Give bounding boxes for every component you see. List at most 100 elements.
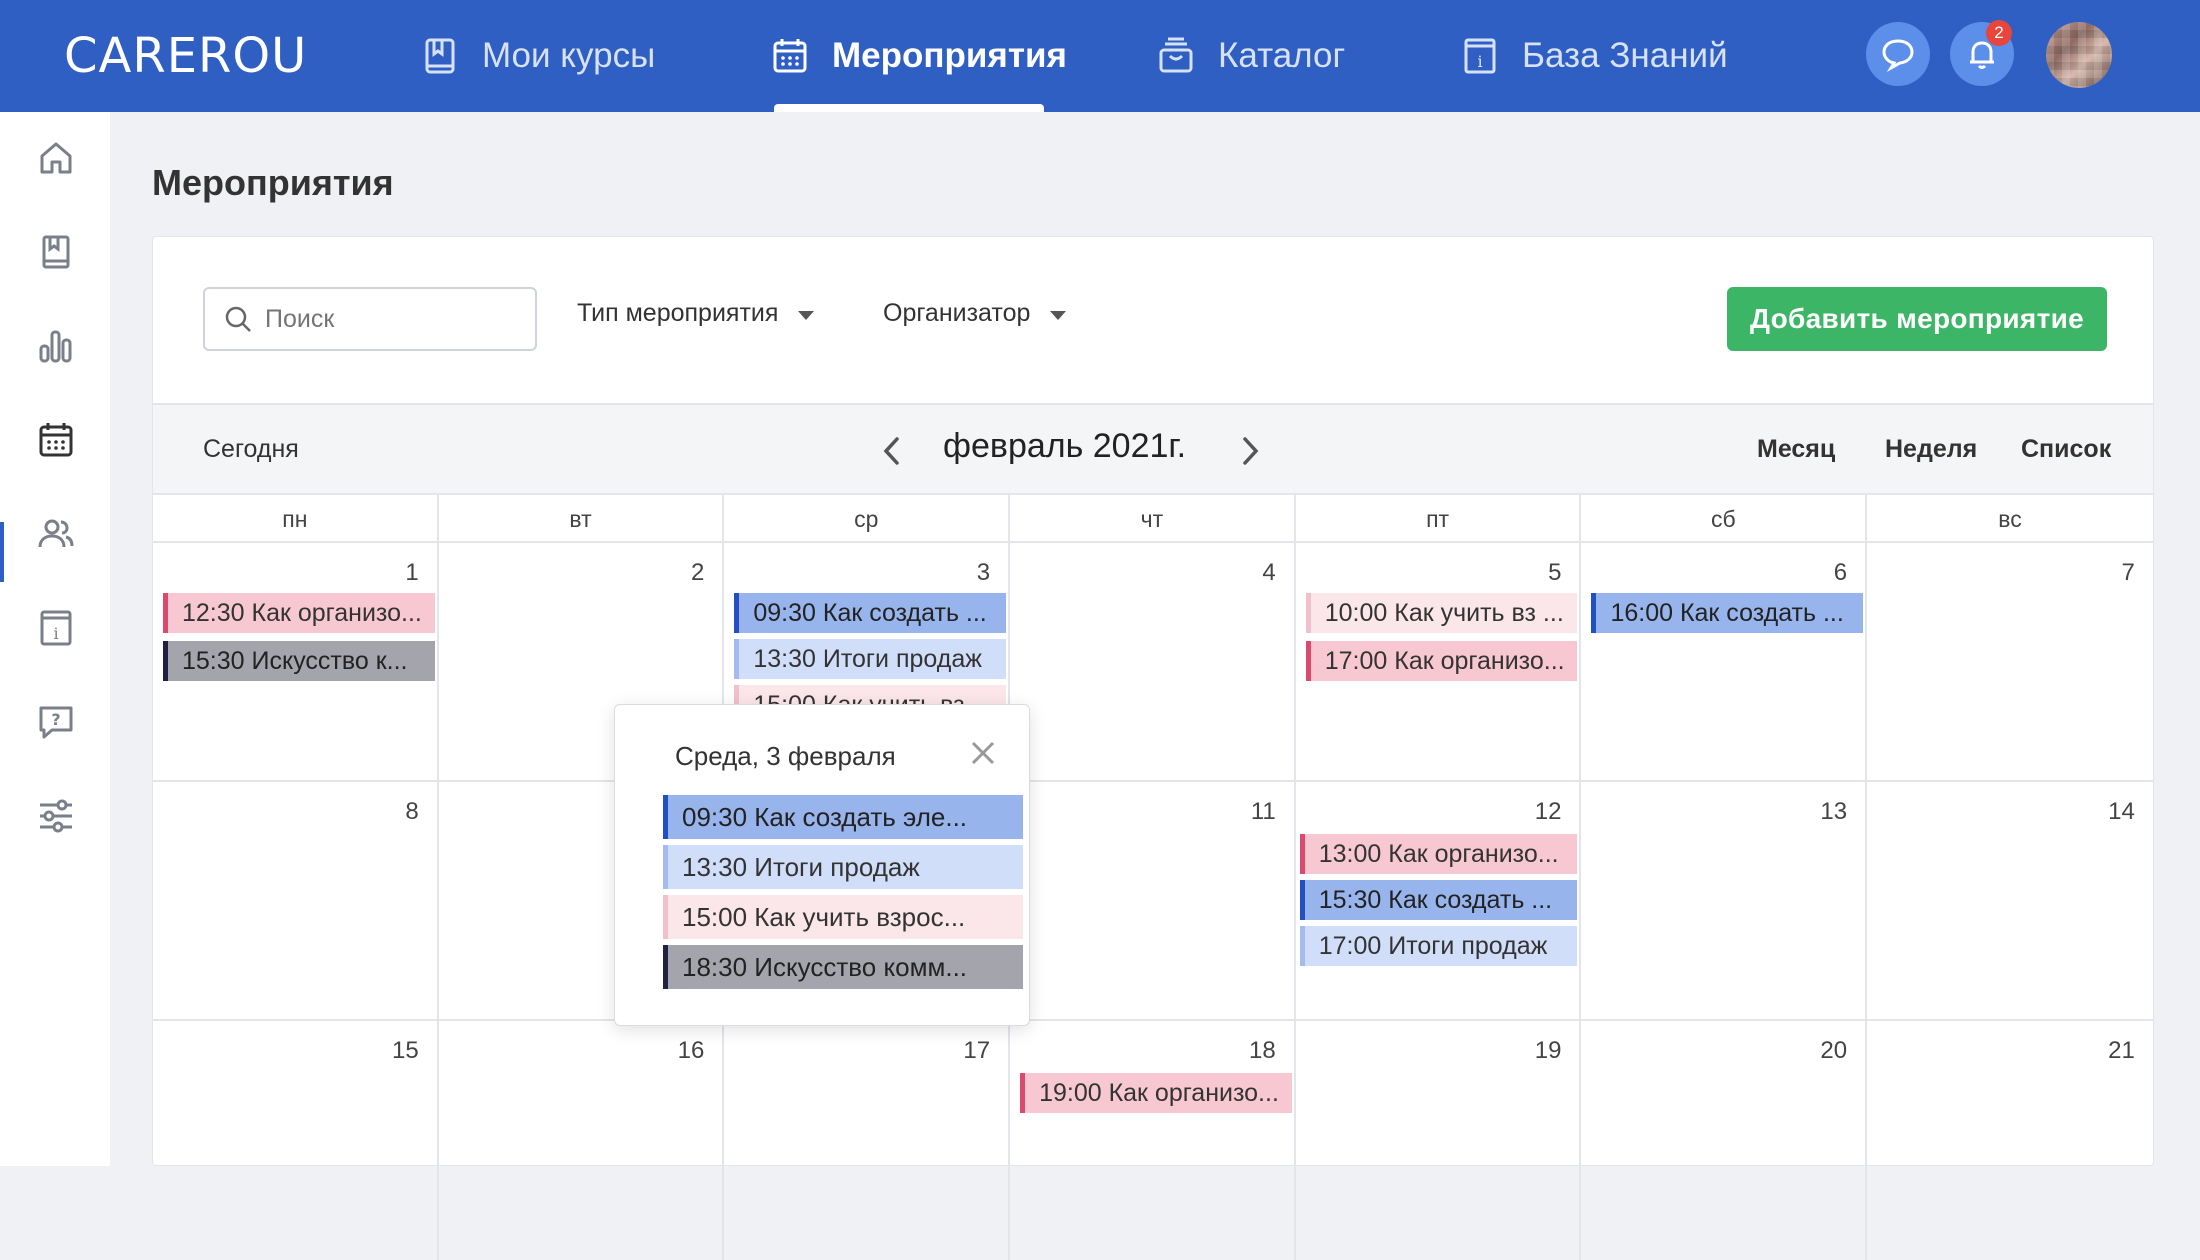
calendar-day[interactable]: 8 [153, 782, 439, 1019]
book-icon[interactable] [36, 232, 76, 272]
view-week-button[interactable]: Неделя [1885, 435, 1977, 464]
chat-button[interactable] [1866, 22, 1930, 86]
home-icon[interactable] [36, 138, 76, 178]
nav-label: Каталог [1218, 36, 1346, 75]
view-month-button[interactable]: Месяц [1757, 435, 1835, 464]
chart-icon[interactable] [36, 326, 76, 366]
calendar-day[interactable]: 21 [1867, 1021, 2153, 1260]
search-input[interactable] [265, 304, 515, 334]
nav-knowledge-base[interactable]: i База Знаний [1460, 0, 1728, 112]
top-bar: CAREROU Мои курсы Мероприятия Каталог i … [0, 0, 2200, 112]
calendar-day[interactable]: 11 [1010, 782, 1296, 1019]
calendar-event[interactable]: 17:00 Как организо... [1305, 641, 1578, 681]
popup-event[interactable]: 13:30 Итоги продаж [663, 845, 1023, 889]
day-number: 19 [1534, 1037, 1562, 1064]
calendar-day[interactable]: 4 [1010, 543, 1296, 780]
chevron-left-icon[interactable] [877, 431, 907, 471]
event-type-dropdown[interactable]: Тип мероприятия [577, 299, 815, 328]
day-number: 6 [1833, 559, 1848, 586]
organizer-dropdown[interactable]: Организатор [883, 299, 1067, 328]
nav-label: База Знаний [1522, 36, 1728, 75]
calendar-week: 8 9 10 11 12 13:00 Как организо... 15:30… [153, 782, 2153, 1021]
users-icon[interactable] [36, 514, 76, 554]
calendar-day[interactable]: 1 12:30 Как организо... 15:30 Искусство … [153, 543, 439, 780]
view-list-button[interactable]: Список [2021, 435, 2111, 464]
calendar-event[interactable]: 10:00 Как учить вз ... [1305, 593, 1578, 633]
calendar-icon[interactable] [36, 420, 76, 460]
info-doc-icon: i [1464, 38, 1496, 74]
calendar-event[interactable]: 13:30 Итоги продаж [734, 639, 1007, 679]
avatar[interactable] [2046, 22, 2112, 88]
chevron-right-icon[interactable] [1235, 431, 1265, 471]
calendar-week: 15 16 17 18 19:00 Как организо... 19 20 … [153, 1021, 2153, 1260]
calendar-day[interactable]: 17 [724, 1021, 1011, 1260]
today-button[interactable]: Сегодня [203, 435, 299, 464]
close-icon[interactable] [969, 739, 997, 767]
popup-event[interactable]: 18:30 Искусство комм... [663, 945, 1023, 989]
calendar-event[interactable]: 16:00 Как создать ... [1591, 593, 1864, 633]
basket-icon [1159, 37, 1193, 73]
calendar-day[interactable]: 16 [439, 1021, 725, 1260]
organizer-label: Организатор [883, 299, 1031, 327]
calendar-event[interactable]: 09:30 Как создать ... [734, 593, 1007, 633]
weekday-label: чт [1010, 495, 1296, 541]
nav-events[interactable]: Мероприятия [770, 0, 1067, 112]
calendar-day[interactable]: 18 19:00 Как организо... [1010, 1021, 1296, 1260]
weekday-label: вс [1998, 506, 2022, 532]
calendar-event[interactable]: 15:30 Как создать ... [1299, 880, 1578, 920]
calendar-event[interactable]: 12:30 Как организо... [163, 593, 435, 633]
add-event-button[interactable]: Добавить мероприятие [1727, 287, 2107, 351]
day-events-popup: Среда, 3 февраля 09:30 Как создать эле..… [614, 704, 1030, 1026]
calendar-day[interactable]: 6 16:00 Как создать ... [1581, 543, 1868, 780]
event-type-label: Тип мероприятия [577, 299, 779, 327]
calendar-day[interactable]: 14 [1867, 782, 2153, 1019]
day-number: 20 [1820, 1037, 1848, 1064]
logo[interactable]: CAREROU [64, 28, 307, 84]
chat-bubble-icon [1882, 39, 1914, 73]
day-number: 7 [2121, 559, 2135, 586]
month-title: февраль 2021г. [943, 427, 1187, 465]
svg-text:i: i [1477, 52, 1482, 71]
calendar-day[interactable]: 19 [1296, 1021, 1582, 1260]
book-icon [425, 38, 455, 74]
day-number: 17 [963, 1037, 991, 1064]
day-number: 21 [2108, 1037, 2135, 1064]
search-icon [225, 306, 251, 332]
day-number: 13 [1820, 798, 1848, 825]
calendar-day[interactable]: 20 [1581, 1021, 1868, 1260]
weekday-label: сб [1581, 495, 1868, 541]
page-title: Мероприятия [152, 162, 394, 203]
settings-sliders-icon[interactable] [36, 796, 76, 836]
calendar-event[interactable]: 19:00 Как организо... [1020, 1073, 1292, 1113]
nav-label: Мероприятия [832, 36, 1067, 75]
day-number: 4 [1262, 559, 1276, 586]
nav-label: Мои курсы [482, 36, 656, 75]
weekday-label: пт [1296, 495, 1582, 541]
nav-catalog[interactable]: Каталог [1156, 0, 1345, 112]
calendar-day[interactable]: 7 [1867, 543, 2153, 780]
calendar-day[interactable]: 5 10:00 Как учить вз ... 17:00 Как орган… [1296, 543, 1582, 780]
active-nav-indicator [774, 104, 1044, 112]
calendar-day[interactable]: 15 [153, 1021, 439, 1260]
help-icon[interactable]: ? [36, 702, 76, 742]
sidebar: i ? [0, 112, 110, 1166]
weekday-label: ср [724, 495, 1011, 541]
search-box[interactable] [203, 287, 537, 351]
popup-event[interactable]: 15:00 Как учить взрос... [663, 895, 1023, 939]
popup-event[interactable]: 09:30 Как создать эле... [663, 795, 1023, 839]
day-number: 1 [405, 559, 419, 586]
calendar-event[interactable]: 17:00 Итоги продаж [1299, 926, 1578, 966]
weekday-header: пн вт ср чт пт сб вс [153, 495, 2153, 543]
nav-my-courses[interactable]: Мои курсы [420, 0, 655, 112]
calendar-event[interactable]: 15:30 Искусство к... [163, 641, 435, 681]
day-number: 2 [691, 559, 705, 586]
notifications-button[interactable]: 2 [1950, 20, 2014, 86]
day-number: 8 [405, 798, 419, 825]
calendar-day[interactable]: 13 [1581, 782, 1868, 1019]
calendar-event[interactable]: 13:00 Как организо... [1299, 834, 1578, 874]
svg-text:?: ? [51, 710, 60, 729]
calendar-day[interactable]: 12 13:00 Как организо... 15:30 Как созда… [1296, 782, 1582, 1019]
info-doc-icon[interactable]: i [36, 608, 76, 648]
calendar-grid: 1 12:30 Как организо... 15:30 Искусство … [153, 543, 2153, 1260]
weekday-label: пн [153, 495, 439, 541]
